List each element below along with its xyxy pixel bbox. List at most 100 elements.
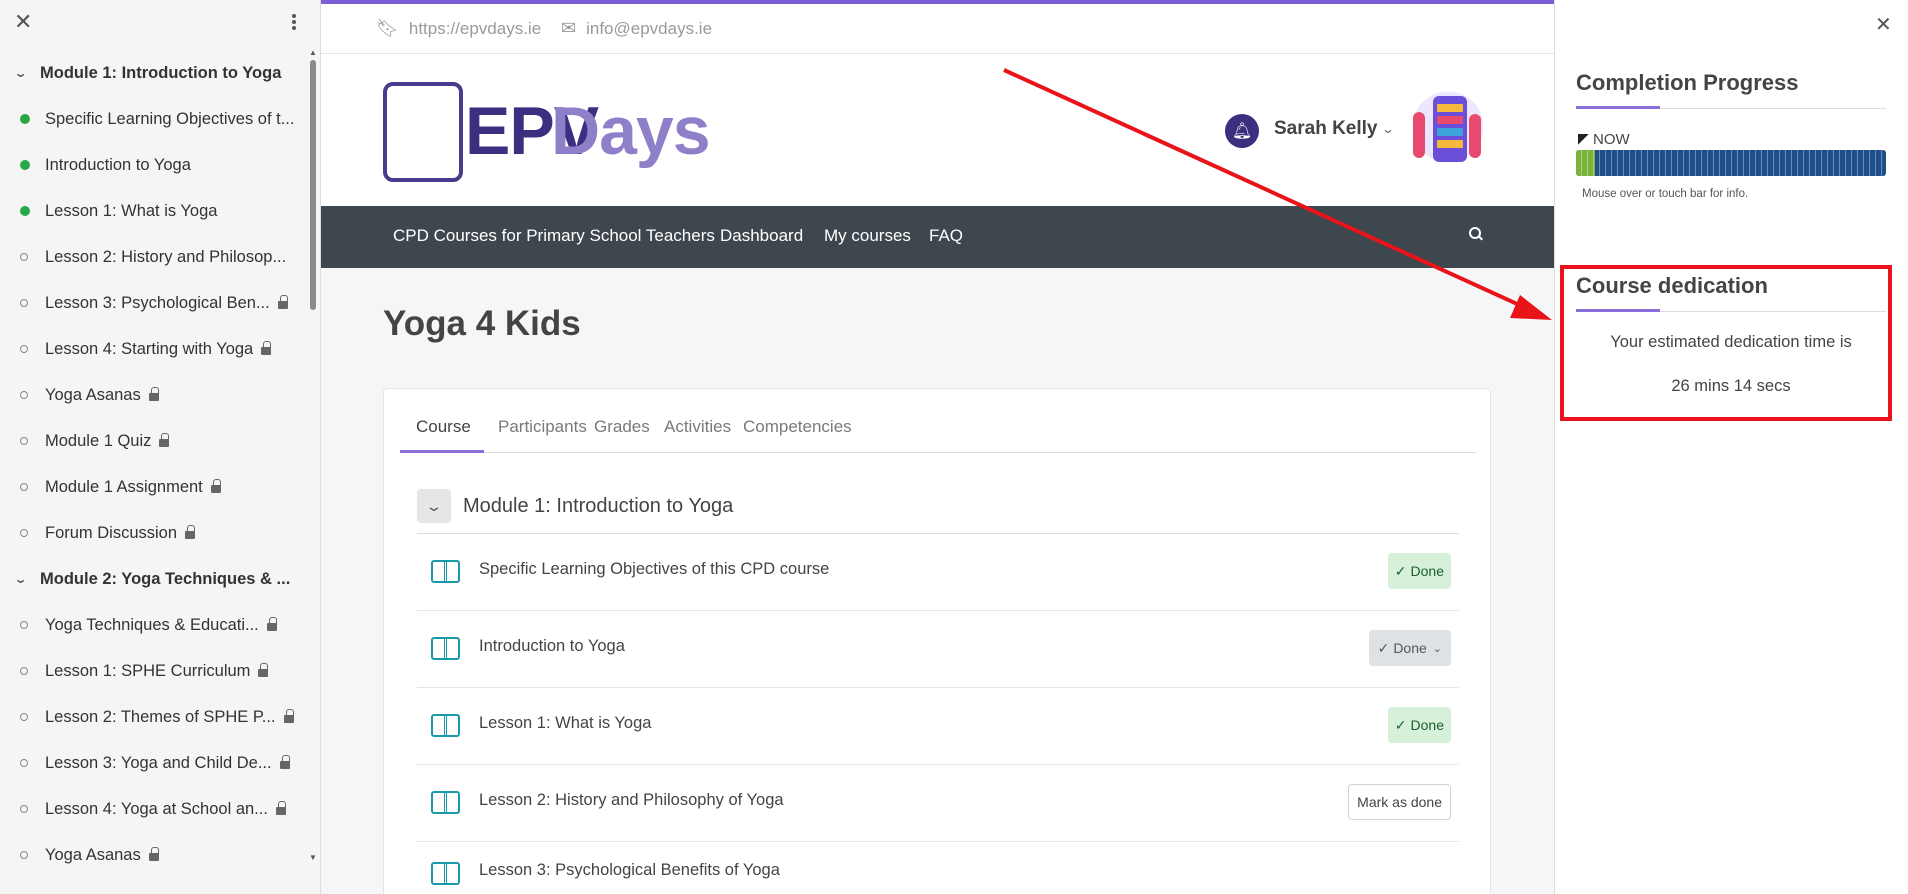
website-link[interactable]: 🔖︎ https://epvdays.ie [376, 18, 541, 39]
drawer-menu-icon[interactable] [290, 12, 298, 34]
book-icon[interactable] [431, 714, 460, 737]
avatar-person-right [1469, 114, 1481, 158]
module-section-header: ⌄ Module 1: Introduction to Yoga [417, 489, 1459, 534]
nav-item-my-courses[interactable]: My courses [824, 226, 911, 246]
nav-item-faq[interactable]: FAQ [929, 226, 963, 246]
logo-tablet-shape [383, 82, 463, 182]
lock-icon [148, 387, 159, 401]
drawer-activity-item[interactable]: Specific Learning Objectives of t... [0, 96, 300, 142]
close-blocks-drawer-icon[interactable]: ✕ [1875, 12, 1892, 37]
book-icon[interactable] [431, 791, 460, 814]
completed-dot-icon [20, 160, 30, 170]
activity-title[interactable]: Lesson 3: Psychological Benefits of Yoga [479, 861, 780, 880]
drawer-activity-item[interactable]: Lesson 3: Psychological Ben... [0, 280, 300, 326]
email-link[interactable]: ✉︎ info@epvdays.ie [561, 18, 712, 39]
tab-activities[interactable]: Activities [664, 417, 731, 437]
tab-course[interactable]: Course [416, 417, 471, 437]
drawer-scrollbar[interactable]: ▲ ▼ [309, 48, 317, 862]
completed-dot-icon [20, 206, 30, 216]
activity-title[interactable]: Introduction to Yoga [479, 637, 625, 656]
drawer-item-label: Introduction to Yoga [45, 155, 191, 174]
user-menu-chevron-icon[interactable]: ⌄ [1381, 122, 1395, 136]
lock-icon [266, 617, 277, 631]
incomplete-circle-icon [20, 667, 28, 675]
book-icon[interactable] [431, 637, 460, 660]
book-icon[interactable] [431, 862, 460, 885]
lock-icon [148, 847, 159, 861]
scrollbar-thumb[interactable] [310, 60, 316, 310]
active-tab-indicator [400, 450, 484, 453]
nav-item-dashboard[interactable]: Dashboard [720, 226, 803, 246]
done-dropdown-button[interactable]: ✓ Done ⌄ [1368, 630, 1451, 666]
email-link-text: info@epvdays.ie [586, 18, 713, 38]
drawer-activity-item[interactable]: Module 1 Assignment [0, 464, 300, 510]
avatar[interactable] [1403, 90, 1493, 172]
drawer-item-label: Lesson 3: Psychological Ben... [45, 293, 270, 312]
drawer-activity-item[interactable]: Yoga Asanas [0, 372, 300, 418]
tab-competencies[interactable]: Competencies [743, 417, 852, 437]
course-index-drawer: ✕ ⌄ Module 1: Introduction to Yoga Specifi… [0, 0, 321, 894]
bookmark-icon: 🔖︎ [376, 18, 399, 38]
nav-item-cpd-courses[interactable]: CPD Courses for Primary School Teachers [393, 226, 715, 246]
drawer-item-label: Lesson 3: Yoga and Child De... [45, 753, 272, 772]
incomplete-circle-icon [20, 483, 28, 491]
course-content-card: Course Participants Grades Activities Co… [383, 388, 1491, 894]
tab-grades[interactable]: Grades [594, 417, 650, 437]
chevron-down-icon[interactable]: ⌄ [14, 66, 45, 80]
drawer-activity-item[interactable]: Lesson 4: Yoga at School an... [0, 786, 300, 832]
drawer-item-label: Lesson 1: SPHE Curriculum [45, 661, 251, 680]
book-icon[interactable] [431, 560, 460, 583]
incomplete-circle-icon [20, 805, 28, 813]
drawer-activity-item[interactable]: Lesson 3: Yoga and Child De... [0, 740, 300, 786]
done-badge[interactable]: ✓ Done [1387, 707, 1451, 743]
drawer-activity-item[interactable]: Forum Discussion [0, 510, 300, 556]
user-name[interactable]: Sarah Kelly [1274, 118, 1378, 140]
incomplete-circle-icon [20, 759, 28, 767]
drawer-section-header[interactable]: ⌄ Module 2: Yoga Techniques & ... [0, 556, 300, 602]
avatar-book [1437, 104, 1463, 112]
drawer-activity-item[interactable]: Lesson 2: Themes of SPHE P... [0, 694, 300, 740]
module-title[interactable]: Module 1: Introduction to Yoga [463, 495, 733, 518]
incomplete-circle-icon [20, 621, 28, 629]
activity-title[interactable]: Specific Learning Objectives of this CPD… [479, 560, 829, 579]
drawer-activity-item[interactable]: Lesson 4: Starting with Yoga [0, 326, 300, 372]
site-header: EPV Days 🔔︎ Sarah Kelly ⌄ [321, 54, 1554, 206]
incomplete-circle-icon [20, 437, 28, 445]
notifications-bell-icon[interactable]: 🔔︎ [1225, 114, 1259, 148]
drawer-section-header[interactable]: ⌄ Module 1: Introduction to Yoga [0, 50, 300, 96]
drawer-activity-item[interactable]: Lesson 1: SPHE Curriculum [0, 648, 300, 694]
search-icon[interactable] [1467, 225, 1487, 245]
main-region: 🔖︎ https://epvdays.ie ✉︎ info@epvdays.ie… [321, 0, 1554, 894]
lock-icon [279, 755, 290, 769]
activity-title[interactable]: Lesson 1: What is Yoga [479, 714, 651, 733]
scroll-down-icon[interactable]: ▼ [309, 853, 317, 862]
activity-row: Specific Learning Objectives of this CPD… [417, 534, 1459, 611]
epvdays-logo[interactable]: EPV Days [383, 82, 723, 184]
drawer-item-label: Lesson 4: Starting with Yoga [45, 339, 254, 358]
done-badge[interactable]: ✓ Done [1387, 553, 1451, 589]
drawer-item-label: Module 2: Yoga Techniques & ... [40, 569, 291, 588]
course-index-list: ⌄ Module 1: Introduction to Yoga Specific … [0, 50, 300, 878]
activity-row: Introduction to Yoga ✓ Done ⌄ [417, 611, 1459, 688]
progress-hint: Mouse over or touch bar for info. [1582, 188, 1749, 200]
check-icon: ✓ [1394, 716, 1407, 733]
drawer-activity-item[interactable]: Yoga Asanas [0, 832, 300, 878]
drawer-item-label: Lesson 4: Yoga at School an... [45, 799, 268, 818]
scroll-up-icon[interactable]: ▲ [309, 48, 317, 57]
mark-as-done-button[interactable]: Mark as done [1348, 784, 1451, 820]
drawer-activity-item[interactable]: Lesson 2: History and Philosop... [0, 234, 300, 280]
close-drawer-icon[interactable]: ✕ [14, 11, 34, 33]
tab-participants[interactable]: Participants [498, 417, 587, 437]
completion-progress-bar[interactable] [1576, 150, 1886, 176]
drawer-activity-item[interactable]: Lesson 1: What is Yoga [0, 188, 300, 234]
now-label: NOW [1593, 131, 1630, 148]
incomplete-circle-icon [20, 299, 28, 307]
collapse-section-button[interactable]: ⌄ [417, 489, 451, 523]
drawer-activity-item[interactable]: Introduction to Yoga [0, 142, 300, 188]
drawer-item-label: Module 1: Introduction to Yoga [40, 63, 282, 82]
drawer-activity-item[interactable]: Module 1 Quiz [0, 418, 300, 464]
activity-title[interactable]: Lesson 2: History and Philosophy of Yoga [479, 791, 784, 810]
drawer-activity-item[interactable]: Yoga Techniques & Educati... [0, 602, 300, 648]
chevron-down-icon[interactable]: ⌄ [14, 572, 45, 586]
website-link-text: https://epvdays.ie [408, 18, 542, 38]
